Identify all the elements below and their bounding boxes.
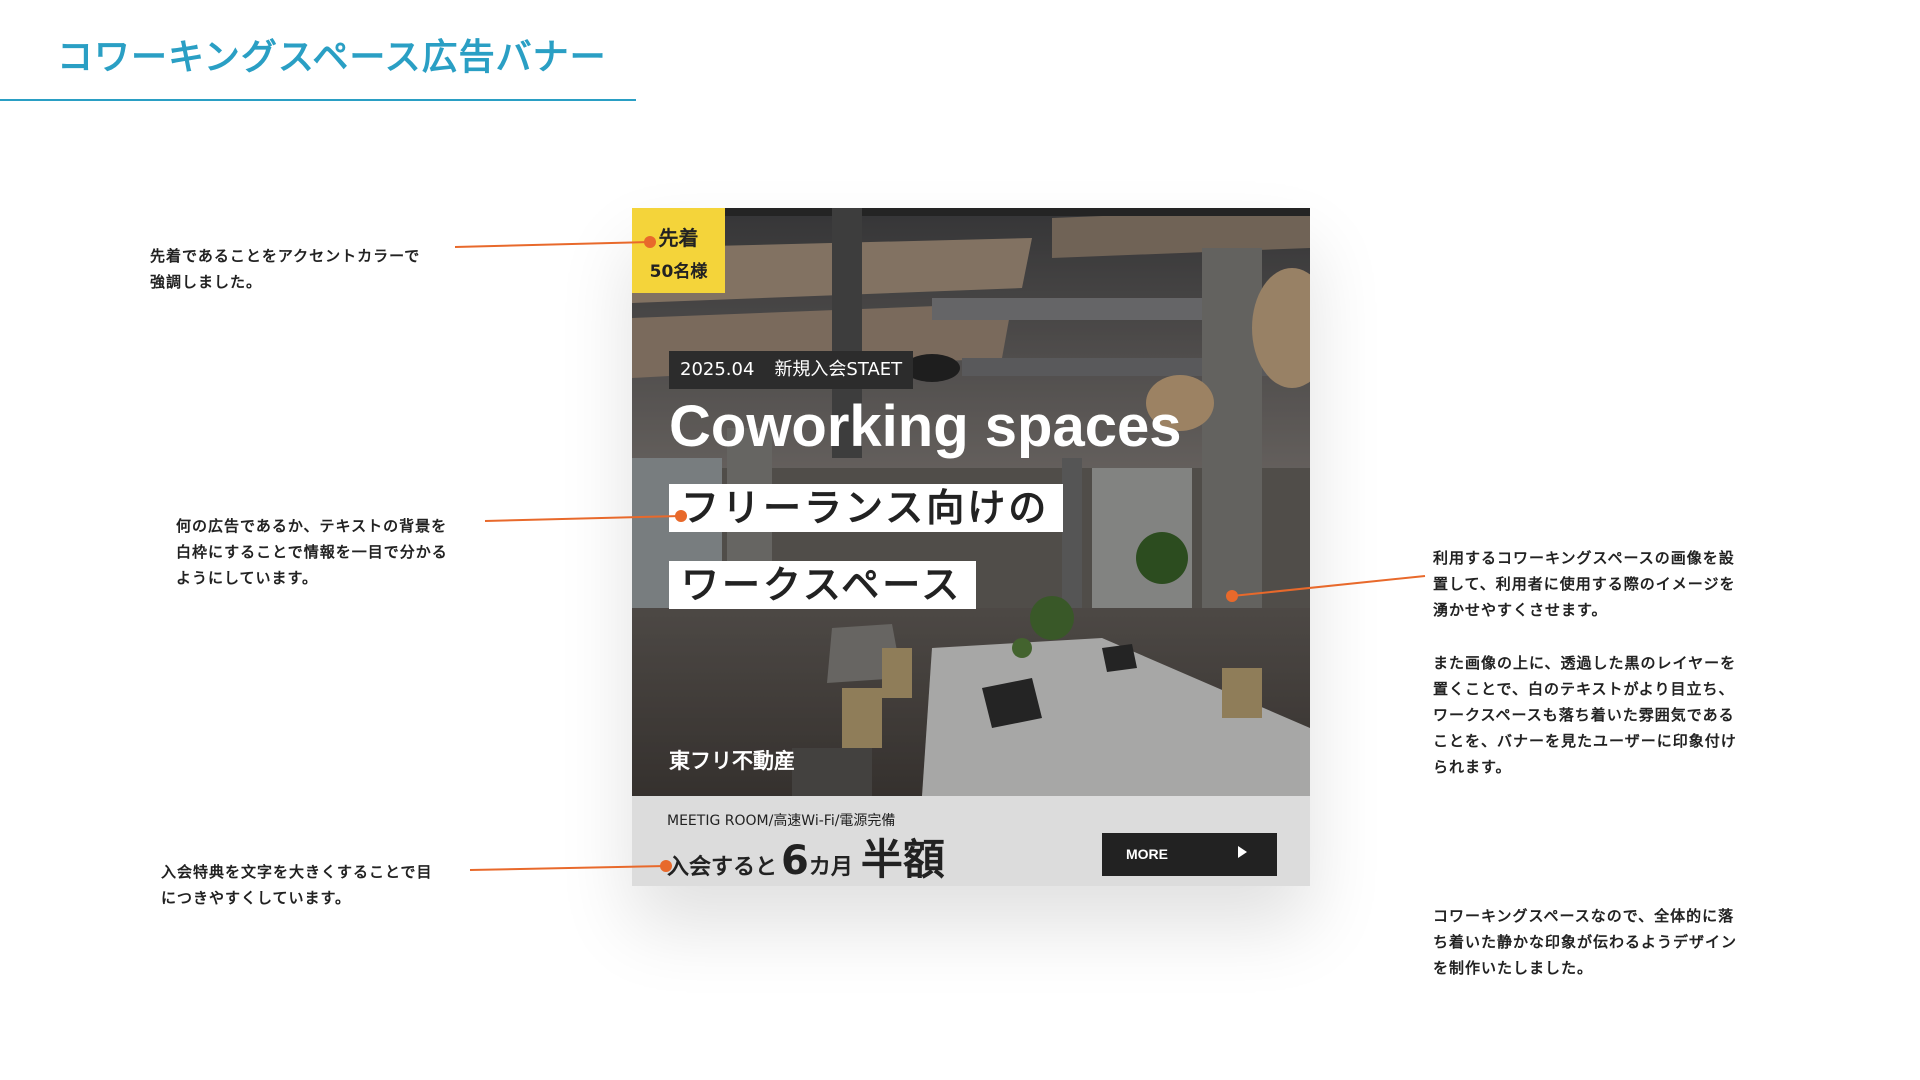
badge-line-1: 先着	[658, 226, 699, 250]
company-name: 東フリ不動産	[669, 749, 795, 773]
note-badge: 先着であることをアクセントカラーで 強調しました。	[150, 247, 421, 291]
offer-discount: 半額	[860, 835, 945, 884]
badge-line-2: 50名様	[649, 262, 708, 282]
offer-bar: MEETIG ROOM/高速Wi-Fi/電源完備 入会すると 6カ月 半額 MORE	[632, 796, 1310, 886]
date-tag-date: 2025.04	[680, 359, 755, 380]
offer-text: 入会すると 6カ月 半額	[667, 826, 945, 886]
first-come-badge: 先着 50名様	[632, 208, 725, 293]
more-button[interactable]: MORE	[1102, 833, 1277, 876]
offer-months: 6	[781, 838, 809, 884]
offer-unit: カ月	[808, 855, 853, 880]
connector-badge	[454, 241, 651, 248]
play-arrow-icon	[1238, 846, 1247, 858]
more-button-label: MORE	[1126, 846, 1168, 862]
headline: Coworking spaces	[669, 394, 1182, 459]
note-offer: 入会特典を文字を大きくすることで目 につきやすくしています。	[161, 863, 433, 907]
ad-banner: 先着 50名様 2025.04 新規入会STAET Coworking space…	[632, 208, 1310, 886]
tagline-2: ワークスペース	[669, 561, 977, 609]
note-photo-layer: また画像の上に、透過した黒のレイヤーを 置くことで、白のテキストがより目立ち、 …	[1433, 654, 1737, 776]
date-tag-text: 新規入会STAET	[774, 359, 903, 380]
page-title: コワーキングスペース広告バナー	[57, 37, 607, 78]
note-photo: 利用するコワーキングスペースの画像を設 置して、利用者に使用する際のイメージを …	[1433, 549, 1736, 619]
tagline-1: フリーランス向けの	[669, 484, 1064, 532]
note-tagline: 何の広告であるか、テキストの背景を 白枠にすることで情報を一目で分かる ようにし…	[176, 517, 448, 587]
title-underline	[0, 99, 636, 101]
date-tag: 2025.04 新規入会STAET	[669, 351, 914, 389]
note-overall: コワーキングスペースなので、全体的に落 ち着いた静かな印象が伝わるようデザイン …	[1433, 907, 1738, 977]
offer-prefix: 入会すると	[667, 855, 778, 880]
